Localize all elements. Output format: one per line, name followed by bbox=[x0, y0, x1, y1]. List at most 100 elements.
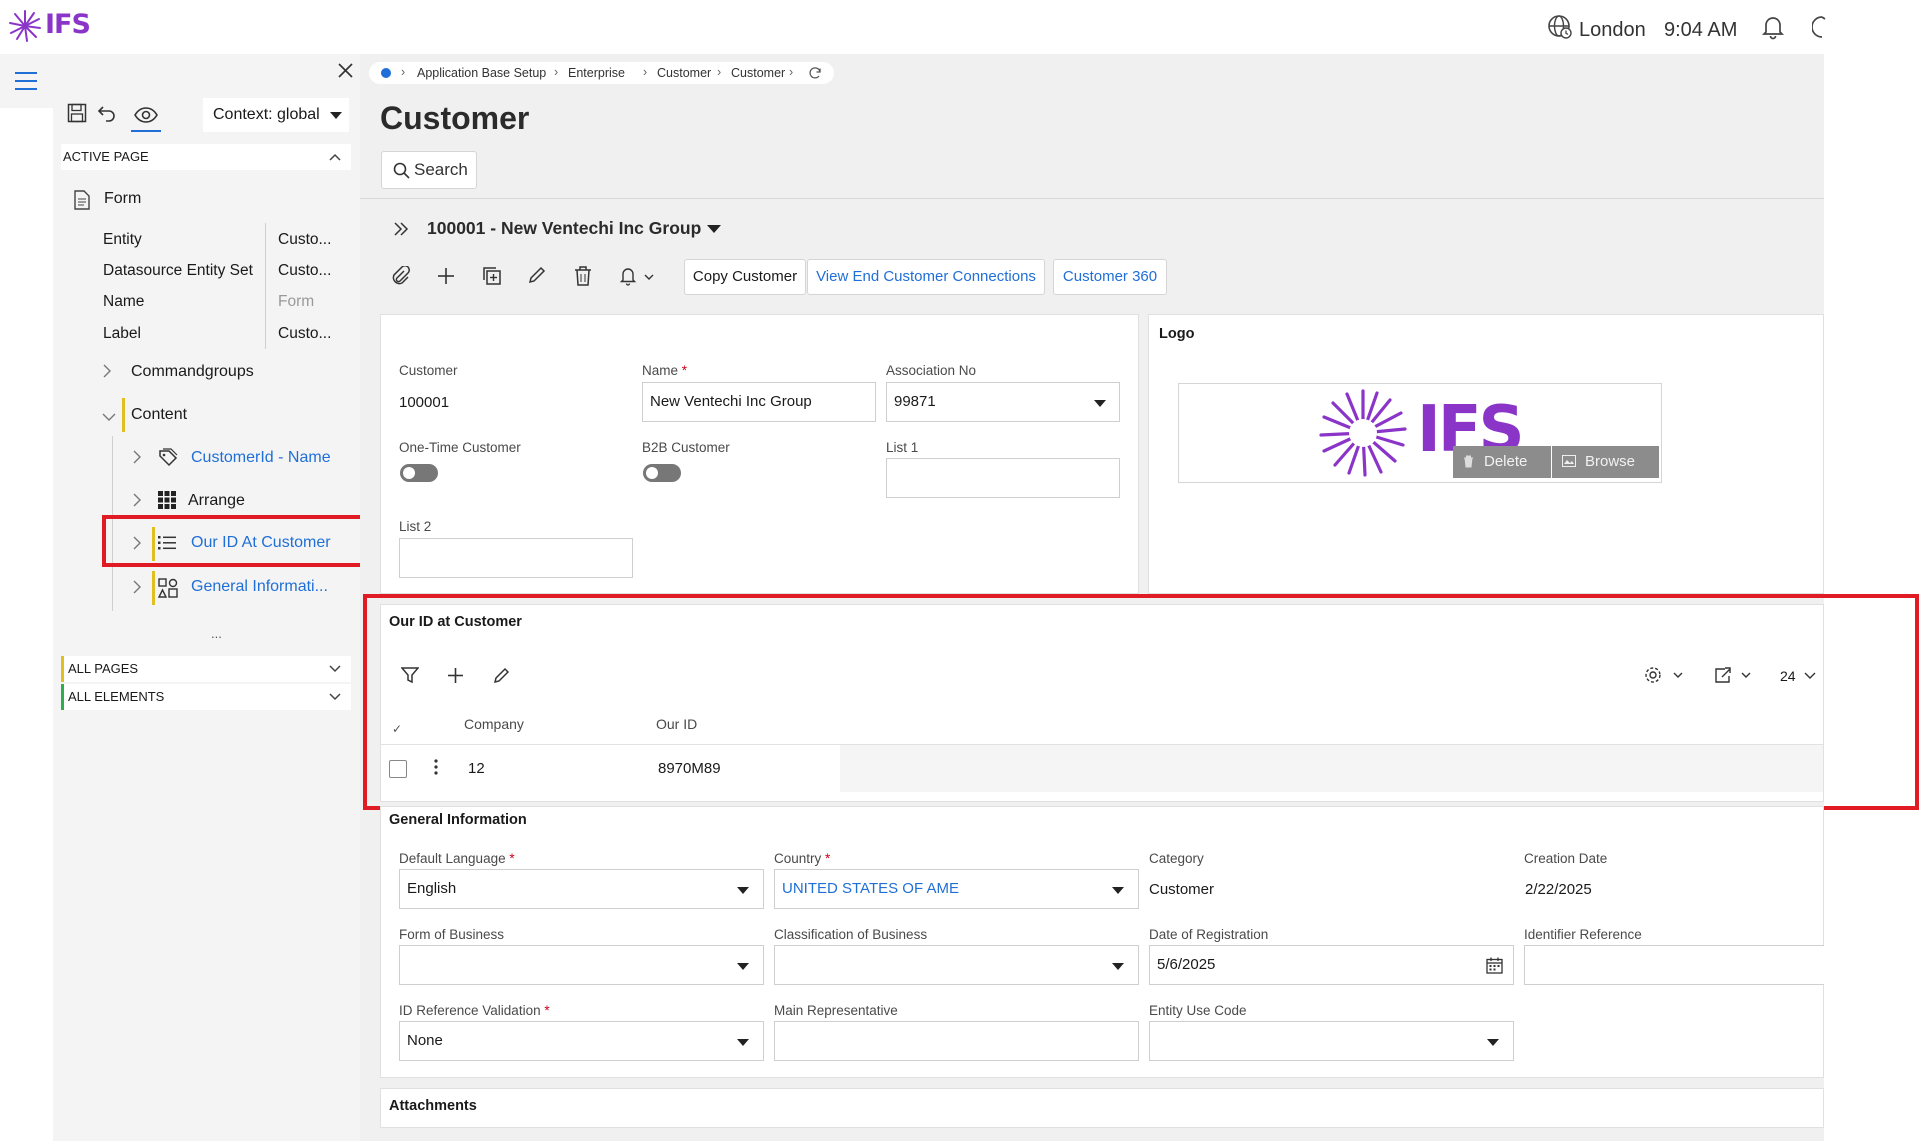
home-dot-icon[interactable] bbox=[381, 68, 391, 78]
customer-value: 100001 bbox=[399, 394, 450, 411]
copy-customer-button[interactable]: Copy Customer bbox=[684, 259, 806, 295]
property-label-datasource: Datasource Entity Set bbox=[103, 262, 253, 279]
delete-trash-icon[interactable] bbox=[574, 266, 592, 286]
chevron-right-icon[interactable] bbox=[132, 450, 142, 464]
location-label: London bbox=[1579, 19, 1646, 41]
all-elements-header[interactable]: ALL ELEMENTS bbox=[61, 684, 351, 710]
notification-bell-icon[interactable] bbox=[619, 266, 655, 286]
expand-double-chevron-icon[interactable] bbox=[393, 221, 409, 237]
b2b-customer-label: B2B Customer bbox=[642, 440, 730, 455]
country-dropdown[interactable]: UNITED STATES OF AME bbox=[774, 869, 1139, 909]
property-value-name[interactable]: Form bbox=[278, 293, 314, 311]
calendar-icon[interactable] bbox=[1486, 957, 1503, 974]
chevron-right-icon[interactable] bbox=[132, 493, 142, 507]
ifs-logo-image bbox=[1319, 389, 1407, 477]
search-button[interactable]: Search bbox=[381, 151, 477, 189]
one-time-customer-toggle[interactable] bbox=[400, 464, 438, 482]
undo-icon[interactable] bbox=[97, 104, 117, 122]
preview-eye-icon[interactable] bbox=[131, 101, 161, 132]
date-of-registration-value: 5/6/2025 bbox=[1157, 956, 1216, 973]
page-title: Customer bbox=[380, 100, 530, 136]
save-icon[interactable] bbox=[67, 103, 87, 123]
close-panel-icon[interactable] bbox=[337, 62, 354, 79]
list2-input[interactable] bbox=[399, 538, 633, 578]
globe-icon[interactable] bbox=[1547, 14, 1573, 40]
caret-down-icon bbox=[1094, 400, 1106, 407]
logo-image-frame[interactable]: IFS Delete Browse bbox=[1178, 383, 1662, 483]
identifier-reference-label: Identifier Reference bbox=[1524, 927, 1642, 942]
ifs-logo-text: IFS bbox=[45, 9, 91, 40]
entity-use-code-dropdown[interactable] bbox=[1149, 1021, 1514, 1061]
refresh-icon[interactable] bbox=[809, 67, 822, 80]
country-value: UNITED STATES OF AME bbox=[782, 880, 959, 897]
all-elements-label: ALL ELEMENTS bbox=[68, 689, 165, 704]
list1-input[interactable] bbox=[886, 458, 1120, 498]
classification-of-business-dropdown[interactable] bbox=[774, 945, 1139, 985]
property-label-name: Name bbox=[103, 293, 145, 310]
context-dropdown[interactable]: Context: global bbox=[203, 98, 349, 132]
edit-pencil-icon[interactable] bbox=[528, 266, 546, 284]
chevron-right-icon[interactable] bbox=[132, 580, 142, 594]
content-marker bbox=[122, 398, 125, 432]
customer-360-button[interactable]: Customer 360 bbox=[1053, 259, 1167, 295]
view-end-customer-connections-button[interactable]: View End Customer Connections bbox=[807, 259, 1045, 295]
country-label: Country * bbox=[774, 851, 831, 866]
name-input[interactable]: New Ventechi Inc Group bbox=[642, 382, 876, 422]
property-label-entity: Entity bbox=[103, 231, 142, 248]
breadcrumb-item[interactable]: Enterprise bbox=[568, 66, 625, 80]
all-pages-header[interactable]: ALL PAGES bbox=[61, 656, 351, 682]
highlight-box-tree-item bbox=[102, 515, 370, 567]
content-item-general-information[interactable]: General Informati... bbox=[191, 578, 328, 596]
property-value-entity[interactable]: Custo... bbox=[278, 231, 331, 249]
trash-icon bbox=[1464, 455, 1473, 468]
delete-logo-button[interactable]: Delete bbox=[1453, 446, 1551, 478]
default-language-value: English bbox=[407, 880, 457, 897]
breadcrumb-item[interactable]: Customer bbox=[657, 66, 711, 80]
breadcrumb-item[interactable]: Customer bbox=[731, 66, 785, 80]
property-value-label[interactable]: Custo... bbox=[278, 325, 331, 343]
chevron-right-icon[interactable] bbox=[102, 364, 112, 378]
b2b-customer-toggle[interactable] bbox=[643, 464, 681, 482]
creation-date-value: 2/22/2025 bbox=[1525, 881, 1592, 898]
property-divider bbox=[265, 223, 266, 349]
active-page-header[interactable]: ACTIVE PAGE bbox=[61, 144, 351, 170]
attachments-card[interactable] bbox=[380, 1088, 1824, 1128]
main-representative-input[interactable] bbox=[774, 1021, 1139, 1061]
association-no-dropdown[interactable]: 99871 bbox=[886, 382, 1120, 422]
caret-down-icon[interactable] bbox=[707, 225, 721, 233]
property-value-datasource[interactable]: Custo... bbox=[278, 262, 331, 280]
chevron-down-icon bbox=[329, 693, 341, 701]
caret-down-icon bbox=[1112, 963, 1124, 970]
form-of-business-dropdown[interactable] bbox=[399, 945, 764, 985]
name-label: Name * bbox=[642, 363, 688, 378]
duplicate-icon[interactable] bbox=[482, 266, 502, 286]
logo-card-title: Logo bbox=[1159, 326, 1195, 342]
id-reference-validation-label: ID Reference Validation * bbox=[399, 1003, 550, 1018]
default-language-label: Default Language * bbox=[399, 851, 515, 866]
association-no-value: 99871 bbox=[894, 393, 936, 410]
caret-down-icon bbox=[737, 887, 749, 894]
record-selector-title[interactable]: 100001 - New Ventechi Inc Group bbox=[427, 218, 701, 239]
ifs-logo[interactable] bbox=[8, 9, 42, 43]
breadcrumb-item[interactable]: Application Base Setup bbox=[417, 66, 546, 80]
category-label: Category bbox=[1149, 851, 1204, 866]
bell-icon[interactable] bbox=[1761, 13, 1785, 41]
id-reference-validation-dropdown[interactable]: None bbox=[399, 1021, 764, 1061]
paperclip-icon[interactable] bbox=[392, 266, 410, 286]
commandgroups-node[interactable]: Commandgroups bbox=[131, 363, 254, 381]
date-of-registration-input[interactable]: 5/6/2025 bbox=[1149, 945, 1514, 985]
content-node[interactable]: Content bbox=[131, 406, 187, 424]
breadcrumb: › Application Base Setup › Enterprise › … bbox=[369, 62, 834, 84]
chevron-down-icon[interactable] bbox=[102, 412, 116, 422]
more-ellipsis[interactable]: ... bbox=[211, 626, 222, 641]
moon-icon[interactable] bbox=[1812, 13, 1826, 41]
hamburger-menu-icon[interactable] bbox=[14, 70, 38, 92]
content-item-customerid-name[interactable]: CustomerId - Name bbox=[191, 449, 331, 467]
tag-group-icon bbox=[158, 448, 178, 468]
form-node-label[interactable]: Form bbox=[104, 190, 141, 208]
add-icon[interactable] bbox=[437, 267, 455, 285]
content-item-arrange[interactable]: Arrange bbox=[188, 492, 245, 510]
default-language-dropdown[interactable]: English bbox=[399, 869, 764, 909]
identifier-reference-input[interactable] bbox=[1524, 945, 1824, 985]
browse-logo-button[interactable]: Browse bbox=[1552, 446, 1659, 478]
